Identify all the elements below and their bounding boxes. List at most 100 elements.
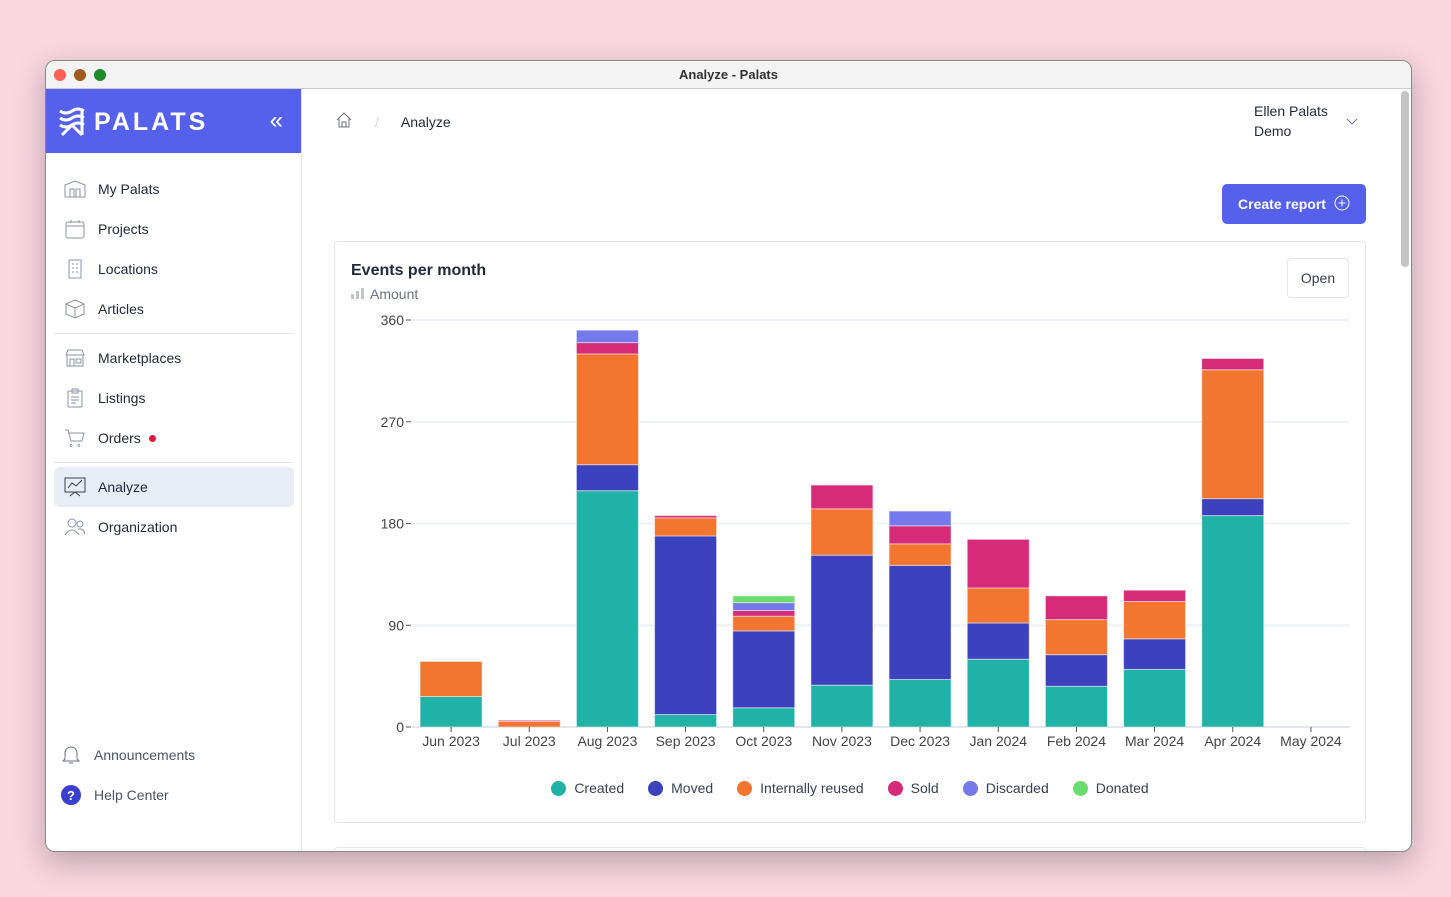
main-content: / Analyze Ellen Palats Demo Create repor… bbox=[303, 89, 1411, 851]
bar-segment-sold bbox=[810, 484, 874, 510]
brand-name: PALATS bbox=[94, 107, 209, 136]
bottom-nav: Announcements ? Help Center bbox=[50, 735, 290, 815]
user-name: Ellen Palats bbox=[1254, 103, 1328, 119]
sidebar-item-listings[interactable]: Listings bbox=[54, 378, 294, 418]
scrollbar[interactable] bbox=[1401, 91, 1409, 267]
palats-logo-icon bbox=[59, 107, 85, 137]
breadcrumb: / Analyze bbox=[335, 111, 451, 132]
bar-segment-sold bbox=[888, 525, 952, 545]
collapse-sidebar-icon[interactable]: « bbox=[270, 107, 283, 135]
sidebar-item-organization[interactable]: Organization bbox=[54, 507, 294, 547]
sidebar-item-label: Articles bbox=[98, 301, 144, 317]
bar-segment-created bbox=[419, 695, 483, 728]
home-icon[interactable] bbox=[335, 111, 353, 132]
sidebar-item-label: Help Center bbox=[94, 787, 169, 803]
bar-segment-internally-reused bbox=[1044, 619, 1108, 656]
x-tick-label: Jul 2023 bbox=[503, 733, 556, 749]
y-tick-label: 360 bbox=[381, 312, 405, 328]
bar-segment-created bbox=[575, 490, 639, 728]
bar-segment-moved bbox=[1201, 498, 1265, 517]
x-tick-label: Jun 2023 bbox=[422, 733, 480, 749]
sidebar-item-announcements[interactable]: Announcements bbox=[50, 735, 290, 775]
x-tick-label: Sep 2023 bbox=[656, 733, 716, 749]
x-tick-label: May 2024 bbox=[1280, 733, 1342, 749]
bar-segment-created bbox=[810, 684, 874, 728]
calendar-icon bbox=[64, 218, 86, 240]
legend-item[interactable]: Moved bbox=[648, 780, 713, 796]
bar-segment-internally-reused bbox=[575, 353, 639, 466]
help-icon: ? bbox=[60, 784, 82, 806]
x-tick-label: Oct 2023 bbox=[735, 733, 792, 749]
legend-swatch bbox=[648, 781, 664, 796]
sidebar-item-locations[interactable]: Locations bbox=[54, 249, 294, 289]
minimize-window-button[interactable] bbox=[74, 69, 86, 81]
sidebar-item-label: Analyze bbox=[98, 479, 148, 495]
app-window: Analyze - Palats PALATS « My Palats Proj… bbox=[45, 60, 1412, 852]
bar-segment-sold bbox=[497, 719, 561, 722]
bar-segment-created bbox=[1044, 685, 1108, 728]
create-report-label: Create report bbox=[1238, 196, 1326, 212]
title-bar: Analyze - Palats bbox=[46, 61, 1411, 89]
sidebar-item-analyze[interactable]: Analyze bbox=[54, 467, 294, 507]
bar-segment-sold bbox=[1044, 595, 1108, 621]
bar-segment-created bbox=[1123, 668, 1187, 728]
main-nav: My Palats Projects Locations Articles Ma… bbox=[54, 169, 294, 547]
bar-segment-moved bbox=[1123, 638, 1187, 670]
legend-swatch bbox=[737, 781, 753, 796]
y-tick-label: 90 bbox=[388, 617, 404, 633]
sidebar-item-projects[interactable]: Projects bbox=[54, 209, 294, 249]
bell-icon bbox=[60, 744, 82, 766]
divider bbox=[54, 462, 294, 463]
chevron-down-icon bbox=[1346, 111, 1358, 131]
bar-segment-discarded bbox=[732, 602, 796, 612]
maximize-window-button[interactable] bbox=[94, 69, 106, 81]
chart-icon bbox=[64, 476, 86, 498]
legend-swatch bbox=[1072, 781, 1088, 796]
bar-segment-internally-reused bbox=[888, 543, 952, 566]
x-tick-label: Nov 2023 bbox=[812, 733, 872, 749]
clipboard-icon bbox=[64, 387, 86, 409]
y-tick-label: 0 bbox=[396, 719, 404, 735]
sidebar-item-orders[interactable]: Orders bbox=[54, 418, 294, 458]
sidebar-item-marketplaces[interactable]: Marketplaces bbox=[54, 338, 294, 378]
building-icon bbox=[64, 258, 86, 280]
legend-item[interactable]: Created bbox=[551, 780, 624, 796]
house-icon bbox=[64, 178, 86, 200]
legend-label: Moved bbox=[671, 780, 714, 796]
user-menu[interactable]: Ellen Palats Demo bbox=[1254, 101, 1358, 141]
bar-segment-internally-reused bbox=[497, 720, 561, 728]
stacked-bar-chart: 0 90 180 270 360 Jun 2023 Jul 2023 Aug 2023 Sep … bbox=[381, 312, 1350, 749]
x-tick-label: Aug 2023 bbox=[577, 733, 637, 749]
legend-swatch bbox=[887, 781, 903, 796]
bar-segment-internally-reused bbox=[1123, 601, 1187, 640]
legend-item[interactable]: Internally reused bbox=[737, 780, 864, 796]
sidebar-item-label: My Palats bbox=[98, 181, 160, 197]
sidebar-item-label: Marketplaces bbox=[98, 350, 182, 366]
plus-circle-icon bbox=[1334, 195, 1350, 214]
bar-segment-moved bbox=[966, 622, 1030, 660]
bar-segment-sold bbox=[575, 342, 639, 355]
legend-swatch bbox=[962, 781, 978, 796]
bar-segment-created bbox=[966, 658, 1030, 728]
window-title: Analyze - Palats bbox=[679, 67, 778, 82]
bar-segment-internally-reused bbox=[732, 615, 796, 632]
notification-dot bbox=[148, 434, 156, 442]
sidebar-item-label: Projects bbox=[98, 221, 149, 237]
sidebar-item-articles[interactable]: Articles bbox=[54, 289, 294, 329]
legend-item[interactable]: Discarded bbox=[962, 780, 1049, 796]
create-report-button[interactable]: Create report bbox=[1222, 184, 1366, 224]
legend-item[interactable]: Donated bbox=[1072, 780, 1149, 796]
legend-item[interactable]: Sold bbox=[887, 780, 939, 796]
bar-segment-donated bbox=[732, 595, 796, 604]
x-tick-label: Jan 2024 bbox=[969, 733, 1027, 749]
x-tick-label: Feb 2024 bbox=[1047, 733, 1106, 749]
logo[interactable]: PALATS bbox=[58, 107, 208, 137]
sidebar-item-label: Announcements bbox=[94, 747, 196, 763]
sidebar-item-help-center[interactable]: ? Help Center bbox=[50, 775, 290, 815]
second-card bbox=[334, 847, 1366, 851]
bar-segment-sold bbox=[1201, 357, 1265, 371]
y-tick-label: 270 bbox=[381, 414, 405, 430]
close-window-button[interactable] bbox=[54, 69, 66, 81]
sidebar-item-label: Organization bbox=[98, 519, 178, 535]
sidebar-item-my-palats[interactable]: My Palats bbox=[54, 169, 294, 209]
